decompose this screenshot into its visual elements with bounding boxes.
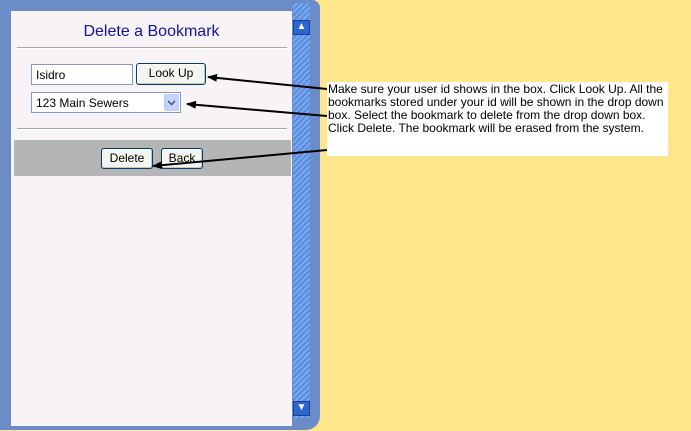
lookup-button[interactable]: Look Up [136,63,206,85]
scroll-up-icon: ▲ [296,21,307,32]
divider-bottom [17,128,287,130]
back-button[interactable]: Back [161,148,203,169]
userid-input[interactable] [31,64,133,85]
scroll-down-button[interactable]: ▼ [293,401,310,416]
dialog-panel: Delete a Bookmark Look Up 123 Main Sewer… [11,11,292,426]
scroll-down-icon: ▼ [296,402,307,413]
button-bar: Delete Back [14,140,291,176]
bookmark-select[interactable]: 123 Main Sewers [31,92,181,113]
divider-top [17,47,287,49]
scrollbar[interactable]: ▲ ▼ [293,3,310,418]
instruction-note: Make sure your user id shows in the box.… [327,82,668,156]
chevron-down-icon[interactable] [164,94,179,111]
scroll-up-button[interactable]: ▲ [293,20,310,35]
bookmark-window: x Delete a Bookmark Look Up 123 Main Sew… [0,0,320,430]
page-title: Delete a Bookmark [83,23,220,40]
delete-button[interactable]: Delete [101,148,153,169]
bookmark-select-value: 123 Main Sewers [36,96,129,110]
